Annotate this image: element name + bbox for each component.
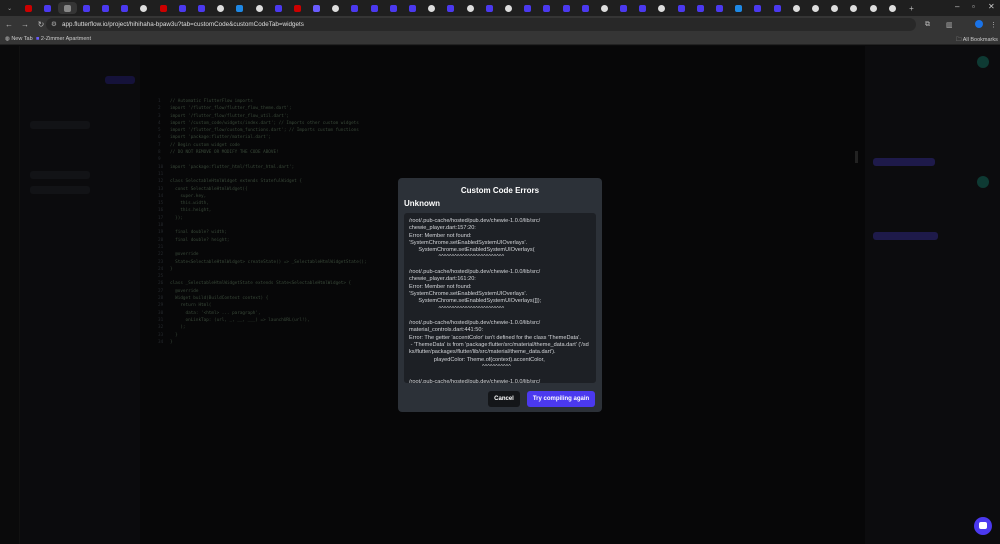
support-chat-button[interactable]	[974, 517, 992, 535]
try-compiling-again-button[interactable]: Try compiling again	[527, 391, 595, 407]
error-heading: Unknown	[404, 199, 440, 208]
dialog-title: Custom Code Errors	[460, 186, 540, 195]
cancel-button[interactable]: Cancel	[488, 391, 520, 407]
custom-code-errors-dialog: Custom Code Errors Unknown /root/.pub-ca…	[398, 178, 602, 412]
chat-icon	[979, 522, 987, 529]
error-log[interactable]: /root/.pub-cache/hosted/pub.dev/chewie-1…	[404, 213, 596, 383]
